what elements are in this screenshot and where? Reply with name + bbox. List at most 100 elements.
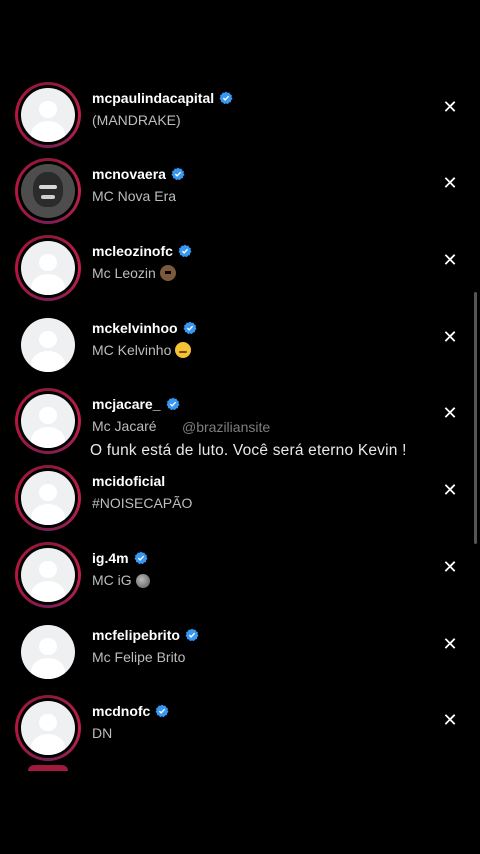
profile-photo xyxy=(21,164,75,218)
default-avatar-icon xyxy=(21,88,75,142)
verified-badge-icon xyxy=(134,551,148,565)
avatar-head-shape xyxy=(39,253,57,272)
account-row[interactable]: mckelvinhoo MC Kelvinho ✕ xyxy=(0,310,480,387)
account-row[interactable]: mcidoficial #NOISECAPÃO ✕ xyxy=(0,463,480,540)
full-name: Mc Jacaré xyxy=(92,418,157,434)
avatar-border xyxy=(18,468,78,528)
default-avatar-icon xyxy=(21,471,75,525)
partial-avatar-ring xyxy=(28,765,68,771)
avatar-head-shape xyxy=(39,483,57,502)
story-ring[interactable] xyxy=(15,388,81,454)
username[interactable]: mcjacare_ xyxy=(92,396,180,412)
account-row[interactable]: mcdnofc DN ✕ xyxy=(0,693,480,770)
default-avatar-icon xyxy=(21,625,75,679)
username[interactable]: mcidoficial xyxy=(92,473,165,489)
username[interactable]: mcdnofc xyxy=(92,703,169,719)
story-ring[interactable] xyxy=(15,235,81,301)
dismiss-close-icon[interactable]: ✕ xyxy=(441,404,459,422)
ball-emoji-icon xyxy=(135,574,150,588)
scrollbar[interactable] xyxy=(474,292,477,544)
dismiss-close-icon[interactable]: ✕ xyxy=(441,711,459,729)
account-row[interactable]: mcnovaera MC Nova Era ✕ xyxy=(0,156,480,233)
full-name-text: #NOISECAPÃO xyxy=(92,495,193,511)
username-text: mcleozinofc xyxy=(92,243,173,259)
account-row[interactable]: mcpaulindacapital (MANDRAKE) ✕ xyxy=(0,80,480,157)
avatar-border xyxy=(18,238,78,298)
avatar-head-shape xyxy=(39,637,57,656)
default-avatar-icon xyxy=(21,701,75,755)
full-name-text: Mc Felipe Brito xyxy=(92,649,186,665)
default-avatar-icon xyxy=(21,318,75,372)
avatar-border xyxy=(18,315,78,375)
full-name-text: (MANDRAKE) xyxy=(92,112,181,128)
username[interactable]: mckelvinhoo xyxy=(92,320,197,336)
verified-badge-icon xyxy=(185,628,199,642)
verified-badge-icon xyxy=(178,244,192,258)
story-ring[interactable] xyxy=(15,82,81,148)
full-name-text: MC Kelvinho xyxy=(92,342,172,358)
avatar-border xyxy=(18,622,78,682)
dismiss-close-icon[interactable]: ✕ xyxy=(441,174,459,192)
avatar-head-shape xyxy=(39,713,57,732)
verified-badge-icon xyxy=(183,321,197,335)
avatar-border xyxy=(18,698,78,758)
avatar-head-shape xyxy=(39,100,57,119)
username-text: ig.4m xyxy=(92,550,129,566)
dismiss-close-icon[interactable]: ✕ xyxy=(441,328,459,346)
avatar-head-shape xyxy=(39,406,57,425)
full-name: Mc Leozin xyxy=(92,265,176,281)
full-name: MC iG xyxy=(92,572,150,588)
default-avatar-icon xyxy=(21,548,75,602)
account-row[interactable]: ig.4m MC iG ✕ xyxy=(0,540,480,617)
username[interactable]: mcpaulindacapital xyxy=(92,90,233,106)
full-name: MC Nova Era xyxy=(92,188,176,204)
avatar-body-shape xyxy=(30,427,66,448)
story-ring[interactable] xyxy=(15,158,81,224)
account-row[interactable]: mcleozinofc Mc Leozin ✕ xyxy=(0,233,480,310)
watermark-text: @braziliansite xyxy=(182,419,271,435)
dismiss-close-icon[interactable]: ✕ xyxy=(441,251,459,269)
sad-emoji-icon xyxy=(175,342,192,358)
story-ring[interactable] xyxy=(15,465,81,531)
story-ring[interactable] xyxy=(15,542,81,608)
full-name: DN xyxy=(92,725,112,741)
avatar-body-shape xyxy=(30,504,66,525)
username[interactable]: mcnovaera xyxy=(92,166,185,182)
avatar-border xyxy=(18,161,78,221)
avatar-head-shape xyxy=(39,560,57,579)
full-name-text: MC iG xyxy=(92,572,132,588)
full-name-text: Mc Jacaré xyxy=(92,418,157,434)
bear-emoji-icon xyxy=(159,265,176,281)
verified-badge-icon xyxy=(219,91,233,105)
avatar-frame[interactable] xyxy=(15,619,81,685)
username-text: mcdnofc xyxy=(92,703,151,719)
avatar-head-shape xyxy=(39,330,57,349)
account-row[interactable]: mcfelipebrito Mc Felipe Brito ✕ xyxy=(0,617,480,694)
story-ring[interactable] xyxy=(15,695,81,761)
avatar-frame[interactable] xyxy=(15,312,81,378)
full-name: MC Kelvinho xyxy=(92,342,192,358)
avatar-border xyxy=(18,391,78,451)
verified-badge-icon xyxy=(171,167,185,181)
default-avatar-icon xyxy=(21,394,75,448)
verified-badge-icon xyxy=(166,397,179,411)
full-name-text: MC Nova Era xyxy=(92,188,177,204)
full-name: Mc Felipe Brito xyxy=(92,649,185,665)
default-avatar-icon xyxy=(21,241,75,295)
dismiss-close-icon[interactable]: ✕ xyxy=(441,98,459,116)
username-text: mcpaulindacapital xyxy=(92,90,215,106)
avatar-body-shape xyxy=(30,351,66,372)
dismiss-close-icon[interactable]: ✕ xyxy=(441,558,459,576)
username[interactable]: ig.4m xyxy=(92,550,148,566)
username-text: mcjacare_ xyxy=(92,396,161,412)
dismiss-close-icon[interactable]: ✕ xyxy=(441,481,459,499)
avatar-body-shape xyxy=(30,581,66,602)
username[interactable]: mcfelipebrito xyxy=(92,627,199,643)
username-text: mckelvinhoo xyxy=(92,320,178,336)
video-caption: O funk está de luto. Você será eterno Ke… xyxy=(90,442,407,459)
avatar-body-shape xyxy=(30,734,66,755)
username[interactable]: mcleozinofc xyxy=(92,243,192,259)
avatar-body-shape xyxy=(30,658,66,679)
verified-badge-icon xyxy=(155,704,169,718)
dismiss-close-icon[interactable]: ✕ xyxy=(441,635,459,653)
